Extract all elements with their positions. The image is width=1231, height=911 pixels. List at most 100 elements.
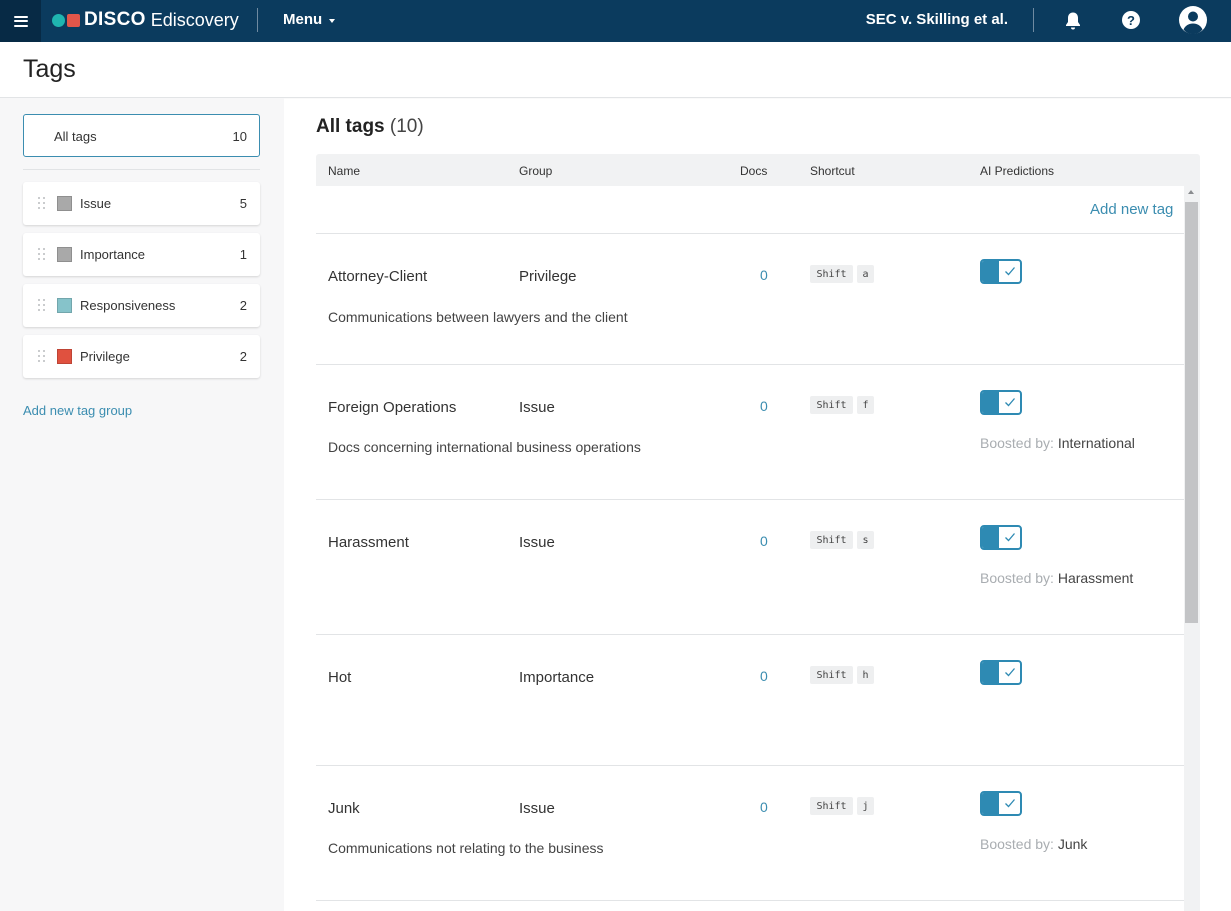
check-icon <box>1005 799 1015 808</box>
tag-group-label: Importance <box>80 247 146 262</box>
top-bar: DISCO Ediscovery Menu SEC v. Skilling et… <box>0 0 1231 42</box>
column-header-group[interactable]: Group <box>519 164 552 178</box>
tag-name[interactable]: Harassment <box>328 534 409 551</box>
shortcut-modifier: Shift <box>810 666 853 684</box>
tag-docs-count-link[interactable]: 0 <box>760 267 768 283</box>
add-new-tag-link[interactable]: Add new tag <box>1090 201 1173 218</box>
boosted-by-label: Boosted by: <box>980 435 1054 451</box>
boosted-by-value: Harassment <box>1057 570 1134 586</box>
brand-name: DISCO <box>84 9 146 30</box>
column-header-ai-predictions[interactable]: AI Predictions <box>980 164 1054 178</box>
menu-label: Menu <box>283 11 323 28</box>
scroll-up-icon[interactable] <box>1188 190 1194 194</box>
table-row: Harassment Issue 0 Shift s Boosted by: H… <box>316 499 1184 634</box>
ai-predictions-toggle[interactable] <box>980 791 1022 816</box>
tag-name[interactable]: Junk <box>328 800 360 817</box>
table-row: Attorney-Client Privilege 0 Shift a Comm… <box>316 233 1184 364</box>
divider <box>1033 8 1034 32</box>
help-icon[interactable]: ? <box>1122 11 1140 29</box>
add-tag-group-link[interactable]: Add new tag group <box>23 403 132 418</box>
page-header: Tags <box>0 42 1231 98</box>
all-tags-filter[interactable]: All tags 10 <box>23 114 260 157</box>
divider <box>257 8 258 32</box>
drag-handle-icon[interactable] <box>38 299 46 312</box>
tag-docs-count-link[interactable]: 0 <box>760 668 768 684</box>
tag-group-label: Responsiveness <box>80 298 176 313</box>
tag-name[interactable]: Hot <box>328 669 351 686</box>
boosted-by: Boosted by: Junk <box>980 836 1087 852</box>
ai-predictions-toggle[interactable] <box>980 259 1022 284</box>
tag-group: Issue <box>519 399 555 416</box>
tag-docs-count-link[interactable]: 0 <box>760 398 768 414</box>
tag-group: Issue <box>519 534 555 551</box>
user-avatar-icon[interactable] <box>1178 5 1208 35</box>
logo-square-icon <box>67 13 80 27</box>
table-row: Junk Issue 0 Shift j Communications not … <box>316 765 1184 900</box>
toggle-knob <box>982 392 999 413</box>
color-swatch <box>57 298 72 313</box>
shortcut-key: j <box>857 797 874 815</box>
ai-predictions-toggle[interactable] <box>980 390 1022 415</box>
tag-group-privilege[interactable]: Privilege 2 <box>23 335 260 378</box>
tag-group-responsiveness[interactable]: Responsiveness 2 <box>23 284 260 327</box>
tag-group-count: 2 <box>239 298 247 313</box>
help-glyph: ? <box>1127 12 1135 28</box>
toggle-knob <box>982 662 999 683</box>
tag-docs-count-link[interactable]: 0 <box>760 799 768 815</box>
section-title: All tags (10) <box>316 116 424 138</box>
boosted-by: Boosted by: International <box>980 435 1135 451</box>
tag-group-sidebar: All tags 10 Issue 5 Importance 1 Respons… <box>0 98 284 911</box>
disco-logo[interactable]: DISCO Ediscovery <box>52 8 239 32</box>
case-selector[interactable]: SEC v. Skilling et al. <box>866 11 1008 28</box>
drag-handle-icon[interactable] <box>38 197 46 210</box>
tag-group-importance[interactable]: Importance 1 <box>23 233 260 276</box>
shortcut-key: a <box>857 265 874 283</box>
scrollbar-thumb[interactable] <box>1185 202 1198 623</box>
shortcut-key: f <box>857 396 874 414</box>
ai-predictions-toggle[interactable] <box>980 660 1022 685</box>
color-swatch <box>57 196 72 211</box>
tag-description: Communications not relating to the busin… <box>328 840 604 856</box>
logo-dot-icon <box>52 13 65 27</box>
check-icon <box>1005 668 1015 677</box>
tag-group: Issue <box>519 800 555 817</box>
tag-group-label: Issue <box>80 196 112 211</box>
drag-handle-icon[interactable] <box>38 248 46 261</box>
check-icon <box>1005 267 1015 276</box>
column-header-docs[interactable]: Docs <box>740 164 767 178</box>
hamburger-icon[interactable] <box>0 0 41 42</box>
toggle-knob <box>982 261 999 282</box>
column-header-name[interactable]: Name <box>328 164 360 178</box>
product-name: Ediscovery <box>150 9 239 30</box>
tag-group-count: 2 <box>239 349 247 364</box>
boosted-by-label: Boosted by: <box>980 836 1054 852</box>
ai-predictions-toggle[interactable] <box>980 525 1022 550</box>
check-icon <box>1005 533 1015 542</box>
section-title-text: All tags <box>316 116 385 137</box>
tag-group-issue[interactable]: Issue 5 <box>23 182 260 225</box>
tag-name[interactable]: Attorney-Client <box>328 268 427 285</box>
table-row: Hot Importance 0 Shift h <box>316 634 1184 765</box>
chevron-down-icon <box>329 18 336 23</box>
table-row: Foreign Operations Issue 0 Shift f Docs … <box>316 364 1184 499</box>
section-title-count: (10) <box>389 116 424 137</box>
shortcut-modifier: Shift <box>810 265 853 283</box>
bell-icon[interactable] <box>1064 11 1082 31</box>
toggle-knob <box>982 527 999 548</box>
menu-button[interactable]: Menu <box>283 11 336 28</box>
color-swatch <box>57 247 72 262</box>
all-tags-label: All tags <box>54 129 97 144</box>
drag-handle-icon[interactable] <box>38 350 46 363</box>
tag-group-count: 5 <box>239 196 247 211</box>
tag-docs-count-link[interactable]: 0 <box>760 533 768 549</box>
table-row <box>316 900 1184 910</box>
shortcut-modifier: Shift <box>810 396 853 414</box>
tag-description: Communications between lawyers and the c… <box>328 309 628 325</box>
table-header: Name Group Docs Shortcut AI Predictions <box>316 154 1200 186</box>
column-header-shortcut[interactable]: Shortcut <box>810 164 855 178</box>
tag-group: Importance <box>519 669 595 686</box>
tag-name[interactable]: Foreign Operations <box>328 399 456 416</box>
shortcut-modifier: Shift <box>810 797 853 815</box>
shortcut-modifier: Shift <box>810 531 853 549</box>
toggle-knob <box>982 793 999 814</box>
